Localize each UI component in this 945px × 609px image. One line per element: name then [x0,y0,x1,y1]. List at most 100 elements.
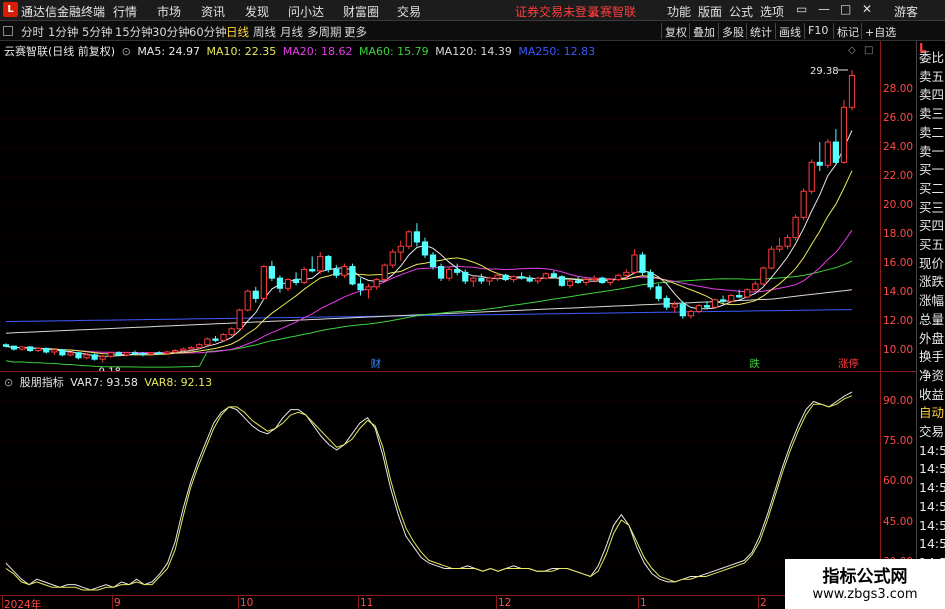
mark-button[interactable]: 标记 [833,23,862,39]
period-tab-5min[interactable]: 5分钟 [82,24,112,40]
osc-tick-label: 90.00 [883,394,914,407]
quote-panel-row: 换手 [919,349,945,365]
period-tab-15min[interactable]: 15分钟 [115,24,153,40]
indicator-dropdown-icon[interactable]: ⊙ [4,376,13,389]
toggle-checkbox[interactable] [3,26,13,36]
candle-body [655,286,662,299]
menu-wealth[interactable]: 财富圈 [343,3,379,20]
menu-assistant[interactable]: 问小达 [288,3,324,20]
osc-tick-label: 45.00 [883,515,914,528]
ma5-line [5,130,853,357]
menu-trade[interactable]: 交易 [397,3,421,20]
overlay-button[interactable]: 叠加 [689,23,718,39]
candle-body [123,352,130,356]
watermark-url: www.zbgs3.com [812,587,918,602]
candle-body [155,352,163,355]
candle-body [800,190,807,218]
period-tab-weekly[interactable]: 周线 [253,24,276,40]
period-tab-30min[interactable]: 30分钟 [152,24,190,40]
event-marker: 财 [371,357,382,370]
candle-body [631,254,638,273]
quote-panel-row: 涨跌 [919,274,945,290]
quote-panel-row: 14:56 [919,517,945,533]
quote-panel-row: 卖五 [919,68,945,84]
oscillator-grid [0,401,880,564]
candle-body [824,141,831,166]
ma120-label: MA120: 14.39 [435,45,512,58]
menu-quotes[interactable]: 行情 [113,3,137,20]
candle-body [260,266,267,299]
draw-line-button[interactable]: 画线 [775,23,804,39]
quote-panel-row: 14:56 [919,442,945,458]
restore-icon[interactable]: ▭ [796,2,807,16]
menu-layout[interactable]: 版面 [698,3,722,20]
price-tick-label: 26.00 [883,111,914,124]
period-tab-multi[interactable]: 多周期 [307,24,342,40]
statistics-button[interactable]: 统计 [746,23,775,39]
stock-name[interactable]: 云赛智联(日线 前复权) [4,45,115,58]
price-tick-label: 14.00 [883,285,914,298]
period-tab-monthly[interactable]: 月线 [280,24,303,40]
ma5-label: MA5: 24.97 [137,45,201,58]
ma-dropdown-icon[interactable]: ⊙ [122,45,131,58]
add-favorite-button[interactable]: +自选 [861,23,899,39]
candle-body [107,352,114,357]
ma60-line [5,260,853,368]
multi-stock-button[interactable]: 多股 [718,23,747,39]
collapse-icon: □ [864,45,873,56]
date-tick-mark [112,596,113,609]
menu-formula[interactable]: 公式 [729,3,753,20]
menu-functions[interactable]: 功能 [667,3,691,20]
period-tab-intraday[interactable]: 分时 [21,24,44,40]
minimize-icon[interactable]: — [818,2,830,16]
candle-body [365,286,372,291]
candle-body [574,280,582,283]
ma60-label: MA60: 15.79 [358,45,429,58]
current-stock-notice: 云赛智联 [588,5,637,19]
main-info-line: 云赛智联(日线 前复权) ⊙ MA5: 24.97 MA10: 22.35 MA… [4,43,598,59]
quote-panel-row: 自动 [919,405,945,421]
maximize-icon[interactable]: □ [840,2,851,16]
f10-button[interactable]: F10 [804,23,831,39]
quote-panel-row: 14:56 [919,498,945,514]
app-title: 通达信金融终端 [21,5,106,19]
quote-panel-row: 卖三 [919,106,945,122]
oscillator-chart[interactable] [0,372,880,595]
candle-body [27,346,34,352]
candle-body [43,347,50,353]
menu-market[interactable]: 市场 [157,3,181,20]
candle-body [534,277,541,282]
login-notice[interactable]: 证券交易未登录 [515,3,599,20]
chart-annotations: 29.389.18财跌涨停◇□ [99,45,874,371]
period-tab-60min[interactable]: 60分钟 [189,24,227,40]
close-icon[interactable]: ✕ [862,2,872,16]
date-tick-label: 2 [760,597,767,609]
candle-body [2,344,10,347]
candle-body [429,254,437,268]
price-tick-label: 24.00 [883,140,914,153]
period-tab-1min[interactable]: 1分钟 [48,24,78,40]
osc-tick-label: 75.00 [883,434,914,447]
candle-body [719,299,727,302]
candle-body [99,355,106,360]
ma250-line [5,309,853,323]
indicator-name[interactable]: 股朋指标 [20,376,64,389]
menu-discover[interactable]: 发现 [245,3,269,20]
guest-user[interactable]: 游客 [894,3,918,20]
adjust-button[interactable]: 复权 [661,23,690,39]
osc-info-line: ⊙ 股朋指标 VAR7: 93.58 VAR8: 92.13 [4,374,215,390]
candle-body [357,283,364,291]
candle-body [292,279,300,283]
menu-news[interactable]: 资讯 [201,3,225,20]
date-tick-mark [358,596,359,609]
price-tick-label: 28.00 [883,82,914,95]
period-tab-daily[interactable]: 日线 [226,24,249,40]
period-tab-more[interactable]: 更多 [344,24,367,40]
date-axis: 2024年 9 10 11 12 1 2 [0,595,916,609]
app-logo-icon: L [3,2,18,17]
menu-options[interactable]: 选项 [760,3,784,20]
quote-panel-row: 现价 [919,255,945,271]
candlestick-chart[interactable]: 29.389.18财跌涨停◇□ [0,41,880,371]
osc-tick-label: 60.00 [883,475,914,488]
candle-body [832,141,840,163]
